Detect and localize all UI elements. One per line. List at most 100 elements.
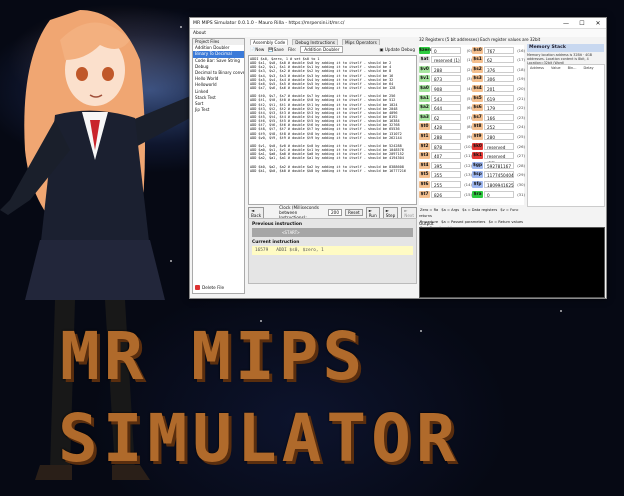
register-value[interactable]: 407	[431, 152, 461, 160]
register-row: $s3 306 (19)	[472, 75, 525, 83]
next-button[interactable]: ► Next	[401, 206, 417, 219]
step-button[interactable]: ► Step	[382, 206, 399, 219]
register-value[interactable]: 288	[431, 132, 461, 140]
register-value[interactable]: 62	[484, 56, 514, 64]
register-value[interactable]: reserved (1)	[431, 56, 461, 64]
register-row: $sp 1177450404 (29)	[472, 171, 525, 179]
register-index: (12)	[464, 162, 472, 168]
assembly-code-editor[interactable]: ADDI $s0, $zero, 1 # set $s0 to 1 ADD $s1…	[248, 55, 417, 205]
register-value[interactable]: 767	[484, 46, 514, 54]
register-row: $t1 288 (9)	[419, 132, 472, 140]
register-row: $a0 908 (4)	[419, 84, 472, 92]
code-line: ADD $k1, $k0, $k0 # double $k0 by adding…	[250, 168, 406, 173]
register-value[interactable]: reserved (27)	[484, 152, 514, 166]
register-index: (25)	[517, 133, 525, 139]
file-name-field[interactable]: Addition Doubler	[300, 46, 344, 53]
register-value[interactable]: 179	[484, 104, 514, 112]
register-name: $at	[419, 56, 430, 64]
register-value[interactable]: 619	[484, 94, 514, 102]
register-row: $t4 395 (12)	[419, 161, 472, 169]
back-button[interactable]: ◄ Back	[248, 206, 265, 219]
register-row: $fp 1809941625 (30)	[472, 180, 525, 188]
register-name: $v0	[419, 65, 430, 73]
register-value[interactable]: 252	[484, 123, 514, 131]
register-value[interactable]: 201	[484, 84, 514, 92]
register-index: (14)	[464, 181, 472, 187]
register-index: (16)	[517, 47, 525, 53]
register-value[interactable]: 1177450404	[484, 171, 514, 179]
register-value[interactable]: 826	[431, 190, 461, 198]
register-value[interactable]: 0	[484, 190, 514, 198]
register-value[interactable]: 644	[431, 104, 461, 112]
save-button[interactable]: 💾Save	[268, 47, 284, 53]
register-value[interactable]: 376	[484, 65, 514, 73]
register-index: (10)	[464, 143, 472, 149]
register-index: (18)	[517, 66, 525, 72]
register-name: $s2	[472, 65, 483, 73]
clock-input[interactable]: 200	[327, 209, 342, 216]
register-value[interactable]: 592781167	[484, 161, 514, 169]
project-files-list: Addition Doubler Binary To Decimal Code Ba…	[193, 45, 244, 113]
register-value[interactable]: 428	[431, 123, 461, 131]
close-button[interactable]: ✕	[590, 18, 606, 29]
minimize-button[interactable]: —	[558, 18, 574, 29]
maximize-button[interactable]: ☐	[574, 18, 590, 29]
register-name: $s6	[472, 104, 483, 112]
delete-file-button[interactable]: Delete File	[195, 285, 224, 290]
register-value[interactable]: 1809941625	[484, 180, 514, 188]
register-index: (17)	[517, 57, 525, 63]
register-name: $ra	[472, 190, 483, 198]
memory-column-header: Bin...	[567, 66, 577, 70]
project-file-item[interactable]: Code Bar: Save String	[193, 58, 244, 64]
code-line: ADD $s3, $s2, $s2 # double $s2 by adding…	[250, 69, 392, 74]
register-row: $gp 592781167 (28)	[472, 161, 525, 169]
register-name: $a2	[419, 104, 430, 112]
save-label: Save	[273, 46, 284, 52]
register-name: $t6	[419, 180, 430, 188]
registers-panel: 32 Registers (5 bit addresses) Each regi…	[419, 37, 540, 205]
register-value[interactable]: 355	[431, 171, 461, 179]
memory-column-header: Value	[550, 66, 561, 70]
editor-panel: Assembly Code Debug Instructions Mips Op…	[248, 38, 417, 294]
legend-item: $a = Args	[441, 208, 461, 212]
register-index: (24)	[517, 124, 525, 130]
register-name: $sp	[472, 171, 483, 179]
register-value[interactable]: 280	[484, 132, 514, 140]
register-value[interactable]: 166	[484, 113, 514, 121]
register-value[interactable]: 873	[431, 75, 461, 83]
register-value[interactable]: 908	[431, 84, 461, 92]
run-controls: ◄ Back Clock (Milliseconds between Instr…	[248, 205, 417, 220]
register-value[interactable]: 878	[431, 142, 461, 150]
tab-assembly-code[interactable]: Assembly Code	[250, 39, 289, 45]
register-value[interactable]: 62	[431, 113, 461, 121]
output-console[interactable]	[419, 227, 605, 298]
register-value[interactable]: 395	[431, 161, 461, 169]
legend-item: $a = Passed parameters	[441, 220, 487, 224]
register-row: $t9 280 (25)	[472, 132, 525, 140]
new-button[interactable]: 📄New	[250, 47, 264, 53]
register-row: $s4 201 (20)	[472, 84, 525, 92]
register-value[interactable]: reserved (26)	[484, 142, 514, 157]
tab-mips-operators[interactable]: Mips Operators	[341, 39, 380, 45]
register-row: $t2 878 (10)	[419, 142, 472, 150]
memory-stack-grid[interactable]: Address Value Bin... Delay	[527, 64, 605, 207]
register-index: (22)	[517, 105, 525, 111]
register-name: $gp	[472, 161, 483, 169]
register-name: $s1	[472, 56, 483, 64]
register-value[interactable]: 306	[484, 75, 514, 83]
project-file-item[interactable]: Jip Test	[193, 107, 244, 113]
menu-about[interactable]: About	[193, 31, 206, 36]
register-name: $s0	[472, 46, 483, 54]
register-value[interactable]: 0	[431, 46, 461, 54]
code-line: ADD $t1, $t0, $t0 # double $t0 by adding…	[250, 98, 396, 103]
run-button[interactable]: ► Run	[365, 206, 380, 219]
update-debug-button[interactable]: ▣ Update Debug	[379, 47, 415, 52]
register-value[interactable]: 543	[431, 94, 461, 102]
register-name: $s4	[472, 84, 483, 92]
tab-debug-instructions[interactable]: Debug Instructions	[292, 39, 338, 45]
register-value[interactable]: 288	[431, 65, 461, 73]
reset-button[interactable]: Reset	[344, 209, 363, 216]
register-value[interactable]: 255	[431, 180, 461, 188]
register-index: (9)	[466, 133, 472, 139]
register-row: $a2 644 (6)	[419, 104, 472, 112]
